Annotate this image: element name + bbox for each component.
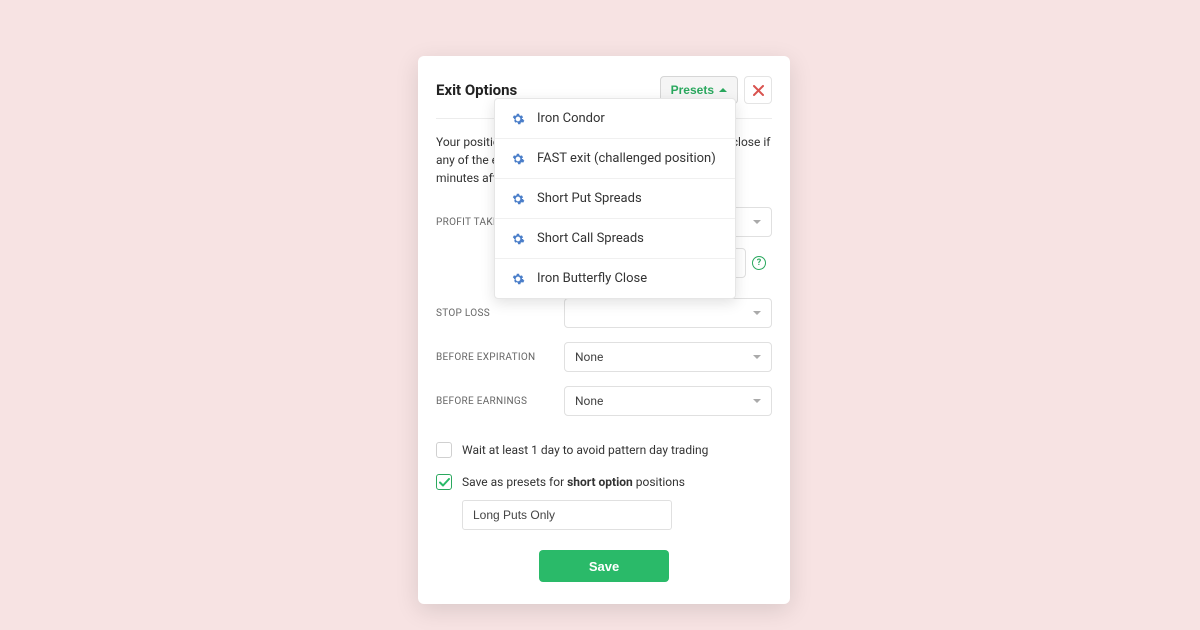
gear-icon xyxy=(511,232,525,246)
save-button[interactable]: Save xyxy=(539,550,669,582)
save-preset-label: Save as presets for short option positio… xyxy=(462,475,685,489)
pattern-day-checkbox[interactable] xyxy=(436,442,452,458)
before-earnings-row: BEFORE EARNINGS None xyxy=(436,386,772,416)
chevron-down-icon xyxy=(753,355,761,359)
before-earnings-label: BEFORE EARNINGS xyxy=(436,396,564,407)
presets-dropdown: Iron Condor FAST exit (challenged positi… xyxy=(494,98,736,299)
stop-loss-select[interactable] xyxy=(564,298,772,328)
save-preset-post: positions xyxy=(636,475,685,489)
preset-item-iron-butterfly[interactable]: Iron Butterfly Close xyxy=(495,259,735,298)
preset-item-label: Short Put Spreads xyxy=(537,191,642,206)
presets-button-label: Presets xyxy=(671,83,714,97)
gear-icon xyxy=(511,192,525,206)
before-expiration-value: None xyxy=(575,350,603,364)
gear-icon xyxy=(511,152,525,166)
save-preset-pre: Save as presets for xyxy=(462,475,564,489)
gear-icon xyxy=(511,112,525,126)
preset-name-input[interactable] xyxy=(462,500,672,530)
preset-item-label: Short Call Spreads xyxy=(537,231,644,246)
save-preset-bold: short option xyxy=(567,475,633,489)
preset-item-short-call-spreads[interactable]: Short Call Spreads xyxy=(495,219,735,259)
preset-item-label: FAST exit (challenged position) xyxy=(537,151,716,166)
save-preset-row: Save as presets for short option positio… xyxy=(436,474,772,490)
preset-item-label: Iron Butterfly Close xyxy=(537,271,647,286)
caret-up-icon xyxy=(719,88,727,92)
before-expiration-select[interactable]: None xyxy=(564,342,772,372)
preset-item-short-put-spreads[interactable]: Short Put Spreads xyxy=(495,179,735,219)
stop-loss-label: STOP LOSS xyxy=(436,308,564,319)
gear-icon xyxy=(511,272,525,286)
before-earnings-select[interactable]: None xyxy=(564,386,772,416)
preset-item-iron-condor[interactable]: Iron Condor xyxy=(495,99,735,139)
pattern-day-label: Wait at least 1 day to avoid pattern day… xyxy=(462,443,708,457)
preset-item-fast-exit[interactable]: FAST exit (challenged position) xyxy=(495,139,735,179)
close-button[interactable] xyxy=(744,76,772,104)
chevron-down-icon xyxy=(753,311,761,315)
help-icon[interactable]: ? xyxy=(752,256,766,270)
modal-title: Exit Options xyxy=(436,81,517,99)
chevron-down-icon xyxy=(753,220,761,224)
stop-loss-row: STOP LOSS xyxy=(436,298,772,328)
before-expiration-label: BEFORE EXPIRATION xyxy=(436,352,564,363)
preset-item-label: Iron Condor xyxy=(537,111,605,126)
check-icon xyxy=(439,478,450,487)
pattern-day-row: Wait at least 1 day to avoid pattern day… xyxy=(436,442,772,458)
before-expiration-row: BEFORE EXPIRATION None xyxy=(436,342,772,372)
save-preset-checkbox[interactable] xyxy=(436,474,452,490)
before-earnings-value: None xyxy=(575,394,603,408)
chevron-down-icon xyxy=(753,399,761,403)
close-icon xyxy=(753,85,764,96)
